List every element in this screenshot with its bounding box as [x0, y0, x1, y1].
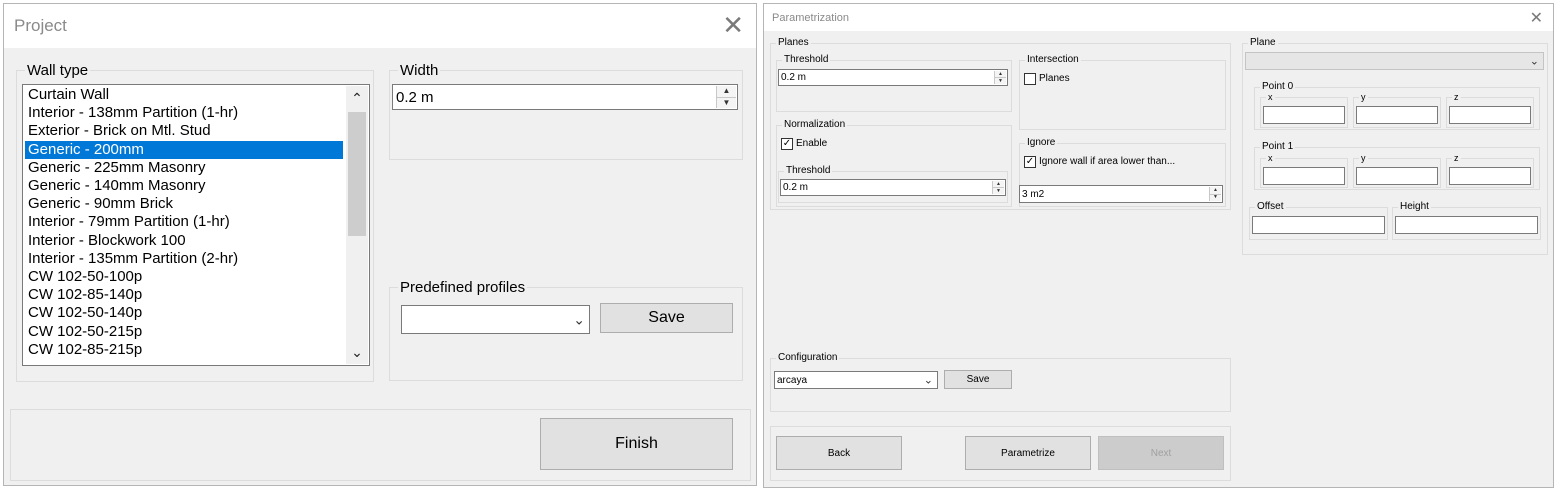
configuration-save-button[interactable]: Save: [944, 370, 1012, 389]
next-button: Next: [1098, 436, 1224, 470]
ignore-area-input[interactable]: 3 m2 ▲ ▼: [1019, 185, 1223, 203]
wall-type-list-item[interactable]: Generic - 140mm Masonry: [25, 177, 343, 195]
point1-y-input[interactable]: [1356, 167, 1438, 185]
offset-label: Offset: [1255, 201, 1286, 212]
wall-type-list-item[interactable]: Generic - 200mm: [25, 140, 343, 159]
point1-x-input[interactable]: [1263, 167, 1345, 185]
parametrization-window: Parametrization ✕ Planes Threshold 0.2 m…: [763, 3, 1554, 488]
param-titlebar: Parametrization ✕: [764, 4, 1553, 31]
checkbox-check-icon: ✓: [1025, 156, 1035, 167]
scroll-down-icon[interactable]: ⌄: [346, 340, 368, 364]
intersection-planes-checkbox[interactable]: [1024, 73, 1036, 85]
param-title: Parametrization: [772, 12, 850, 24]
point0-y-input[interactable]: [1356, 106, 1438, 124]
height-input[interactable]: [1395, 216, 1538, 234]
intersection-planes-label: Planes: [1039, 73, 1070, 84]
point0-label: Point 0: [1260, 81, 1296, 92]
threshold-label: Threshold: [782, 54, 831, 65]
configuration-dropdown[interactable]: arcaya ⌄: [774, 371, 938, 389]
wall-type-list-item[interactable]: Interior - 79mm Partition (1-hr): [25, 213, 343, 231]
wall-type-list-item[interactable]: CW 102-85-215p: [25, 341, 343, 359]
wall-type-list-item[interactable]: CW 102-50-140p: [25, 304, 343, 322]
plane-dropdown[interactable]: ⌄: [1245, 52, 1544, 70]
spin-up-icon[interactable]: ▲: [717, 86, 736, 97]
project-close-icon[interactable]: ✕: [722, 10, 744, 41]
scroll-up-icon[interactable]: ⌃: [346, 86, 368, 110]
wall-type-list-item[interactable]: Curtain Wall: [25, 86, 343, 104]
wall-type-list-item[interactable]: Generic - 90mm Brick: [25, 195, 343, 213]
normalization-enable-label: Enable: [796, 138, 828, 149]
predefined-profiles-dropdown[interactable]: ⌄: [401, 305, 590, 334]
scroll-thumb[interactable]: [348, 112, 366, 236]
spin-down-icon[interactable]: ▼: [995, 77, 1006, 84]
norm-threshold-value: 0.2 m: [783, 182, 809, 193]
profiles-save-button[interactable]: Save: [600, 303, 733, 333]
param-close-icon[interactable]: ✕: [1530, 8, 1543, 28]
threshold-group: Threshold: [776, 54, 1012, 112]
ignore-wall-checkbox[interactable]: ✓: [1024, 156, 1036, 168]
project-window: Project ✕ Wall type Curtain Wall Interior…: [3, 3, 757, 486]
wall-type-list-item[interactable]: Interior - Blockwork 100: [25, 232, 343, 250]
height-label: Height: [1398, 201, 1431, 212]
point0-z-input[interactable]: [1449, 106, 1531, 124]
chevron-down-icon: ⌄: [923, 374, 933, 387]
point0-y-label: y: [1359, 92, 1368, 102]
predefined-profiles-label: Predefined profiles: [398, 279, 528, 296]
threshold-input[interactable]: 0.2 m ▲ ▼: [778, 69, 1008, 86]
planes-label: Planes: [776, 37, 811, 48]
wall-type-scrollbar[interactable]: ⌃ ⌄: [346, 86, 368, 364]
intersection-label: Intersection: [1025, 54, 1081, 65]
point1-label: Point 1: [1260, 141, 1296, 152]
project-title: Project: [14, 16, 67, 35]
spin-down-icon[interactable]: ▼: [1210, 193, 1221, 202]
spin-down-icon[interactable]: ▼: [993, 187, 1004, 194]
point1-y-label: y: [1359, 153, 1368, 163]
wall-type-list-item[interactable]: CW 102-50-100p: [25, 268, 343, 286]
ignore-label: Ignore: [1025, 137, 1058, 148]
wall-type-list-item[interactable]: Interior - 138mm Partition (1-hr): [25, 104, 343, 122]
intersection-group: Intersection: [1019, 54, 1226, 130]
chevron-down-icon: ⌄: [1529, 55, 1539, 68]
point0-z-label: z: [1452, 92, 1461, 102]
ignore-area-value: 3 m2: [1022, 189, 1045, 200]
ignore-area-spinner[interactable]: ▲ ▼: [1209, 187, 1221, 201]
configuration-label: Configuration: [776, 352, 840, 363]
configuration-selected: arcaya: [777, 375, 808, 386]
wall-type-list-item[interactable]: Interior - 135mm Partition (2-hr): [25, 250, 343, 268]
parametrize-button[interactable]: Parametrize: [965, 436, 1091, 470]
width-value: 0.2 m: [396, 89, 434, 106]
norm-threshold-input[interactable]: 0.2 m ▲ ▼: [780, 179, 1006, 196]
point1-x-label: x: [1266, 153, 1275, 163]
normalization-enable-checkbox[interactable]: ✓: [781, 138, 793, 150]
normalization-label: Normalization: [782, 119, 848, 130]
point1-z-input[interactable]: [1449, 167, 1531, 185]
wall-type-list-item[interactable]: Generic - 225mm Masonry: [25, 159, 343, 177]
chevron-down-icon: ⌄: [573, 311, 585, 327]
point0-x-input[interactable]: [1263, 106, 1345, 124]
wall-type-list-item[interactable]: Exterior - Brick on Mtl. Stud: [25, 122, 343, 140]
predefined-profiles-group: Predefined profiles: [389, 279, 743, 381]
point1-z-label: z: [1452, 153, 1461, 163]
point0-x-label: x: [1266, 92, 1275, 102]
checkbox-check-icon: ✓: [782, 138, 792, 149]
norm-threshold-spinner[interactable]: ▲ ▼: [992, 181, 1004, 194]
width-input[interactable]: 0.2 m ▲ ▼: [392, 84, 738, 110]
wall-type-list-item[interactable]: CW 102-85-140p: [25, 286, 343, 304]
width-label: Width: [398, 62, 441, 79]
wall-type-list-item[interactable]: CW 102-50-215p: [25, 323, 343, 341]
project-titlebar: Project ✕: [4, 4, 756, 48]
finish-button[interactable]: Finish: [540, 418, 733, 470]
ignore-wall-label: Ignore wall if area lower than...: [1039, 156, 1176, 167]
back-button[interactable]: Back: [776, 436, 902, 470]
offset-input[interactable]: [1252, 216, 1385, 234]
wall-type-label: Wall type: [25, 62, 91, 79]
spin-down-icon[interactable]: ▼: [717, 96, 736, 109]
wall-type-listbox[interactable]: Curtain Wall Interior - 138mm Partition (…: [22, 84, 370, 366]
width-spinner[interactable]: ▲ ▼: [716, 86, 736, 108]
threshold-value: 0.2 m: [781, 72, 807, 83]
threshold-spinner[interactable]: ▲ ▼: [994, 71, 1006, 84]
norm-threshold-label: Threshold: [784, 165, 833, 176]
plane-label: Plane: [1248, 37, 1278, 48]
